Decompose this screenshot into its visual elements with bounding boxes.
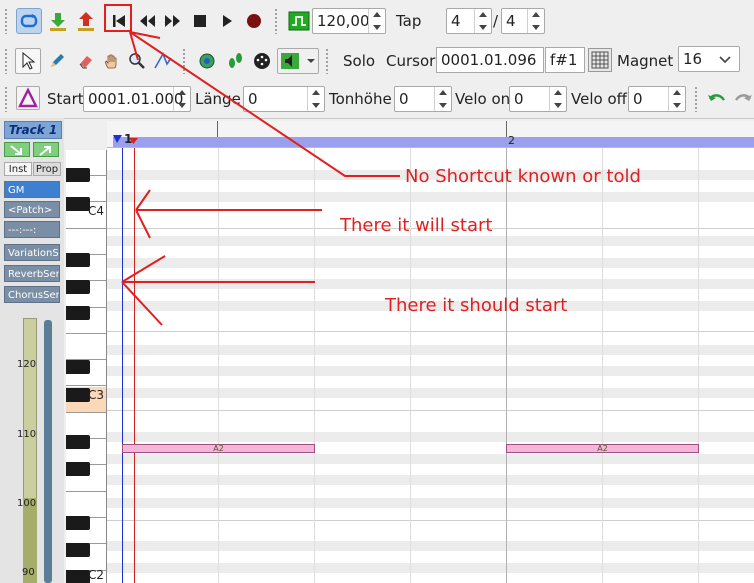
annotation-arrows <box>121 31 400 326</box>
annotation-no-shortcut: No Shortcut known or told <box>405 166 641 187</box>
annotation-will-start: There it will start <box>340 215 493 236</box>
annotation-should-start: There it should start <box>385 295 568 316</box>
